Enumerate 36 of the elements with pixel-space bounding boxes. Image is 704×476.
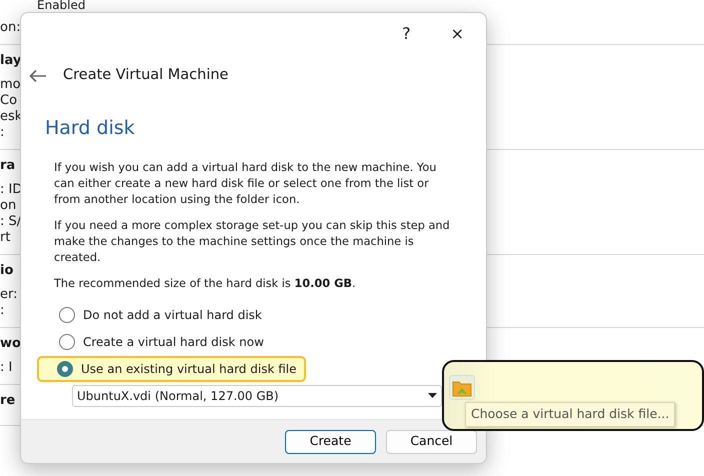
background-text: er: bbox=[0, 287, 18, 302]
wizard-title: Create Virtual Machine bbox=[63, 66, 228, 85]
description-text: The recommended size of the hard disk is 10.00 GB. bbox=[54, 276, 357, 292]
section-heading: re bbox=[0, 393, 16, 408]
page-heading: Hard disk bbox=[45, 116, 136, 140]
back-arrow-icon[interactable] bbox=[29, 68, 47, 83]
dialog-button[interactable]: Create bbox=[285, 430, 376, 454]
section-heading: lay bbox=[0, 53, 22, 68]
radio-label[interactable]: Use an existing virtual hard disk file bbox=[81, 360, 296, 378]
description-text: If you need a more complex storage set-up you can skip this step and make the changes to the machine settings once the machine is created. bbox=[54, 218, 451, 266]
disk-dropdown[interactable]: UbuntuX.vdi (Normal, 127.00 GB) bbox=[72, 384, 442, 407]
background-text: : I bbox=[0, 360, 12, 375]
description-text: If you wish you can add a virtual hard disk to the new machine. You can either create a new hard disk file or select one from the list or from another location using the folder icon. bbox=[54, 160, 438, 208]
close-button[interactable]: × bbox=[450, 24, 464, 44]
radio-label[interactable]: Do not add a virtual hard disk bbox=[83, 306, 262, 324]
background-text: rt bbox=[0, 230, 10, 245]
dropdown-caret-icon bbox=[428, 393, 437, 398]
section-heading: wo bbox=[0, 336, 21, 351]
radio-button[interactable] bbox=[59, 334, 75, 350]
background-text: on: bbox=[0, 20, 21, 35]
dialog-button[interactable]: Cancel bbox=[386, 430, 477, 454]
radio-label[interactable]: Create a virtual hard disk now bbox=[83, 332, 264, 351]
background-text: Enabled bbox=[37, 0, 86, 12]
tooltip: Choose a virtual hard disk file... bbox=[465, 402, 676, 427]
background-text: Co bbox=[0, 93, 18, 108]
background-text: : bbox=[0, 303, 4, 318]
section-heading: io bbox=[0, 263, 14, 278]
folder-icon bbox=[452, 378, 472, 396]
background-text: : bbox=[0, 125, 4, 140]
section-heading: ra bbox=[0, 158, 16, 173]
radio-button[interactable] bbox=[59, 306, 75, 323]
help-button[interactable]: ? bbox=[402, 24, 411, 44]
radio-button[interactable] bbox=[57, 360, 73, 377]
background-text: mo bbox=[0, 77, 21, 92]
choose-file-button[interactable] bbox=[449, 375, 475, 400]
background-text: on bbox=[0, 198, 16, 213]
